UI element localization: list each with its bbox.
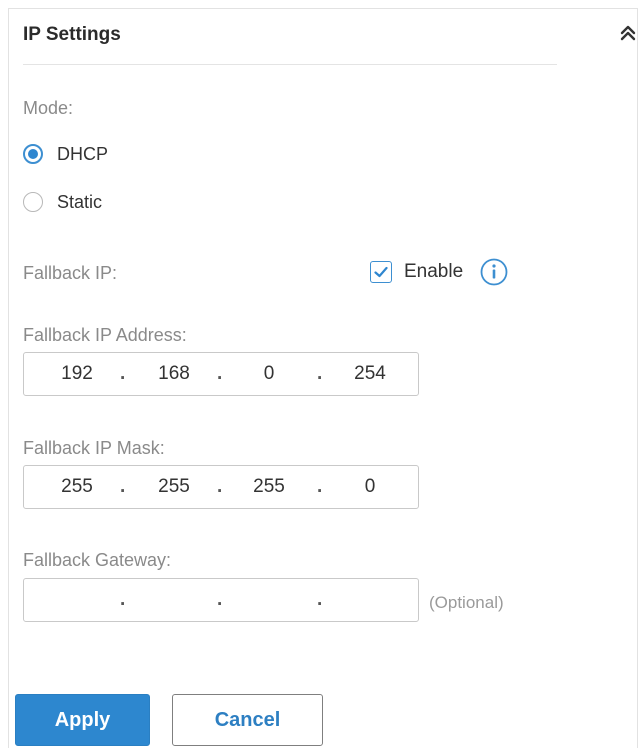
- octet-separator: .: [120, 476, 126, 497]
- fallback-mask-octet-2[interactable]: [139, 466, 209, 508]
- fallback-gateway-octet-1[interactable]: [42, 579, 112, 621]
- octet-separator: .: [217, 589, 223, 610]
- fallback-mask-octet-1[interactable]: [42, 466, 112, 508]
- radio-selected-dot: [28, 149, 38, 159]
- fallback-address-octet-1[interactable]: [42, 353, 112, 395]
- radio-static[interactable]: Static: [23, 189, 102, 215]
- title-divider: [23, 64, 557, 65]
- radio-static-label: Static: [57, 191, 103, 212]
- fallback-gateway-octet-3[interactable]: [234, 579, 304, 621]
- octet-separator: .: [120, 589, 126, 610]
- radio-dhcp[interactable]: DHCP: [23, 141, 108, 167]
- octet-separator: .: [317, 589, 323, 610]
- fallback-gateway-octet-4[interactable]: [335, 579, 405, 621]
- fallback-gateway-field: . . .: [23, 578, 419, 622]
- fallback-enable-label: Enable: [404, 261, 464, 282]
- fallback-gateway-octet-2[interactable]: [139, 579, 209, 621]
- checkmark-icon: [374, 266, 388, 278]
- collapse-icon[interactable]: [617, 22, 639, 44]
- fallback-address-octet-2[interactable]: [139, 353, 209, 395]
- octet-separator: .: [317, 476, 323, 497]
- fallback-mask-octet-4[interactable]: [335, 466, 405, 508]
- fallback-gateway-label: Fallback Gateway:: [23, 550, 172, 570]
- fallback-address-octet-3[interactable]: [234, 353, 304, 395]
- fallback-ip-label: Fallback IP:: [23, 263, 118, 283]
- fallback-address-field: . . .: [23, 352, 419, 396]
- gateway-optional-hint: (Optional): [429, 593, 504, 612]
- octet-separator: .: [217, 363, 223, 384]
- ip-settings-panel: IP Settings Mode: DHCP Static Fallback I…: [8, 8, 638, 748]
- radio-static-button[interactable]: [23, 192, 43, 212]
- section-title: IP Settings: [23, 24, 121, 45]
- fallback-mask-octet-3[interactable]: [234, 466, 304, 508]
- cancel-button[interactable]: Cancel: [172, 694, 323, 746]
- fallback-address-label: Fallback IP Address:: [23, 325, 187, 345]
- fallback-enable-checkbox[interactable]: [370, 261, 392, 283]
- fallback-enable-row: Enable: [370, 257, 509, 287]
- radio-dhcp-button[interactable]: [23, 144, 43, 164]
- octet-separator: .: [317, 363, 323, 384]
- fallback-mask-field: . . .: [23, 465, 419, 509]
- octet-separator: .: [217, 476, 223, 497]
- fallback-mask-label: Fallback IP Mask:: [23, 438, 165, 458]
- info-icon[interactable]: [479, 257, 509, 287]
- radio-dhcp-label: DHCP: [57, 143, 109, 164]
- fallback-address-octet-4[interactable]: [335, 353, 405, 395]
- mode-label: Mode:: [23, 98, 74, 118]
- apply-button[interactable]: Apply: [15, 694, 150, 746]
- octet-separator: .: [120, 363, 126, 384]
